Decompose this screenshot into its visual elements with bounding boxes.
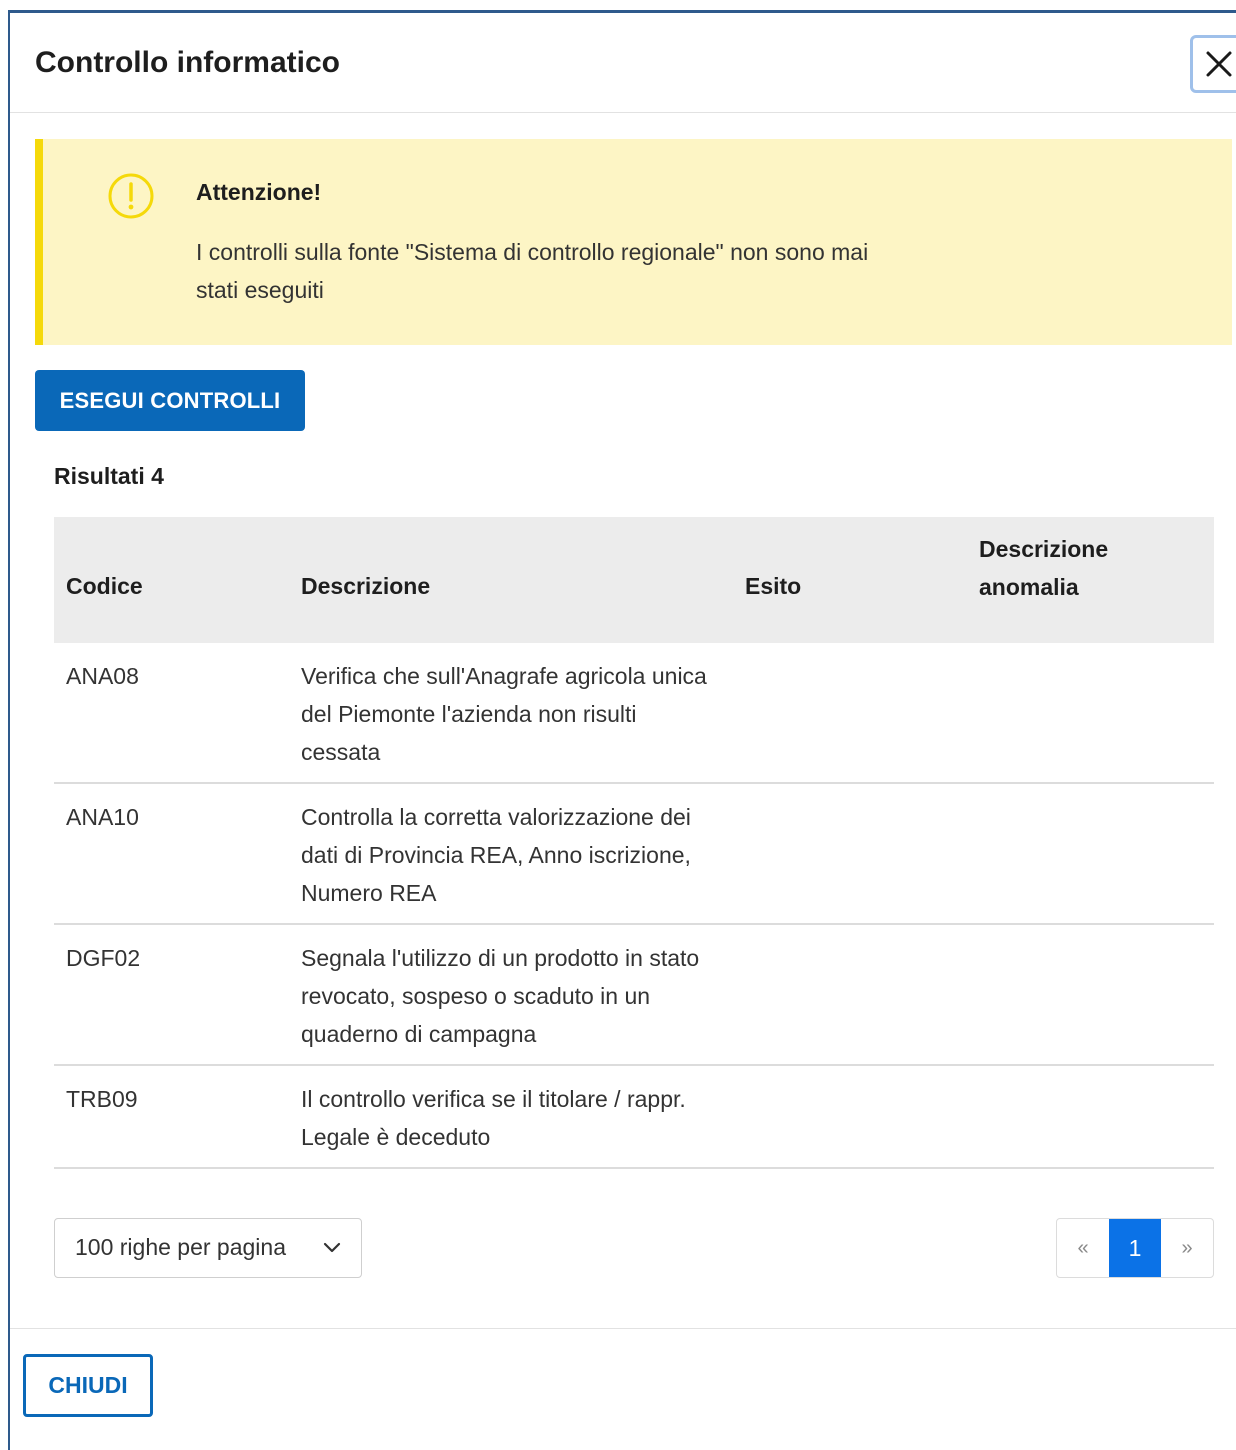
cell-code: TRB09 [66, 1086, 138, 1112]
footer-divider [10, 1328, 1236, 1329]
close-icon [1206, 51, 1232, 77]
previous-page-button[interactable]: « [1057, 1219, 1109, 1277]
warning-alert: Attenzione! I controlli sulla fonte "Sis… [35, 139, 1232, 345]
cell-code: DGF02 [66, 945, 141, 971]
table-header: Codice Descrizione Esito Descrizione ano… [54, 517, 1214, 643]
alert-message: I controlli sulla fonte "Sistema di cont… [196, 239, 869, 303]
warning-circle-icon [108, 173, 154, 219]
cell-code: ANA10 [66, 804, 139, 830]
close-modal-button[interactable] [1190, 35, 1236, 93]
pagination: « 1 » [1056, 1218, 1214, 1278]
cell-description: Verifica che sull'Anagrafe agricola unic… [301, 663, 707, 765]
rows-per-page-label: 100 righe per pagina [75, 1234, 286, 1260]
cell-description: Controlla la corretta valorizzazione dei… [301, 804, 691, 906]
table-row[interactable]: ANA08 Verifica che sull'Anagrafe agricol… [54, 643, 1214, 784]
page-1-button[interactable]: 1 [1109, 1219, 1161, 1277]
results-table: Codice Descrizione Esito Descrizione ano… [54, 517, 1214, 1169]
table-row[interactable]: ANA10 Controlla la corretta valorizzazio… [54, 784, 1214, 925]
chevron-down-icon [323, 1242, 341, 1253]
cell-description: Il controllo verifica se il titolare / r… [301, 1086, 686, 1150]
table-row[interactable]: DGF02 Segnala l'utilizzo di un prodotto … [54, 925, 1214, 1066]
run-checks-button[interactable]: ESEGUI CONTROLLI [35, 370, 305, 431]
cell-code: ANA08 [66, 663, 139, 689]
alert-title: Attenzione! [196, 179, 322, 205]
close-button[interactable]: CHIUDI [23, 1354, 153, 1417]
cell-description: Segnala l'utilizzo di un prodotto in sta… [301, 945, 700, 1047]
column-header-outcome: Esito [745, 573, 802, 599]
column-header-code: Codice [66, 573, 143, 599]
next-page-button[interactable]: » [1161, 1219, 1213, 1277]
modal-dialog: Controllo informatico Attenzione! I cont… [8, 10, 1236, 1450]
modal-title: Controllo informatico [35, 46, 340, 79]
column-header-anomaly: Descrizione anomalia [979, 536, 1109, 600]
table-row[interactable]: TRB09 Il controllo verifica se il titola… [54, 1066, 1214, 1169]
column-header-description: Descrizione [301, 573, 431, 599]
rows-per-page-select[interactable]: 100 righe per pagina [54, 1218, 362, 1278]
modal-header: Controllo informatico [10, 13, 1236, 113]
results-count: Risultati 4 [54, 463, 164, 489]
